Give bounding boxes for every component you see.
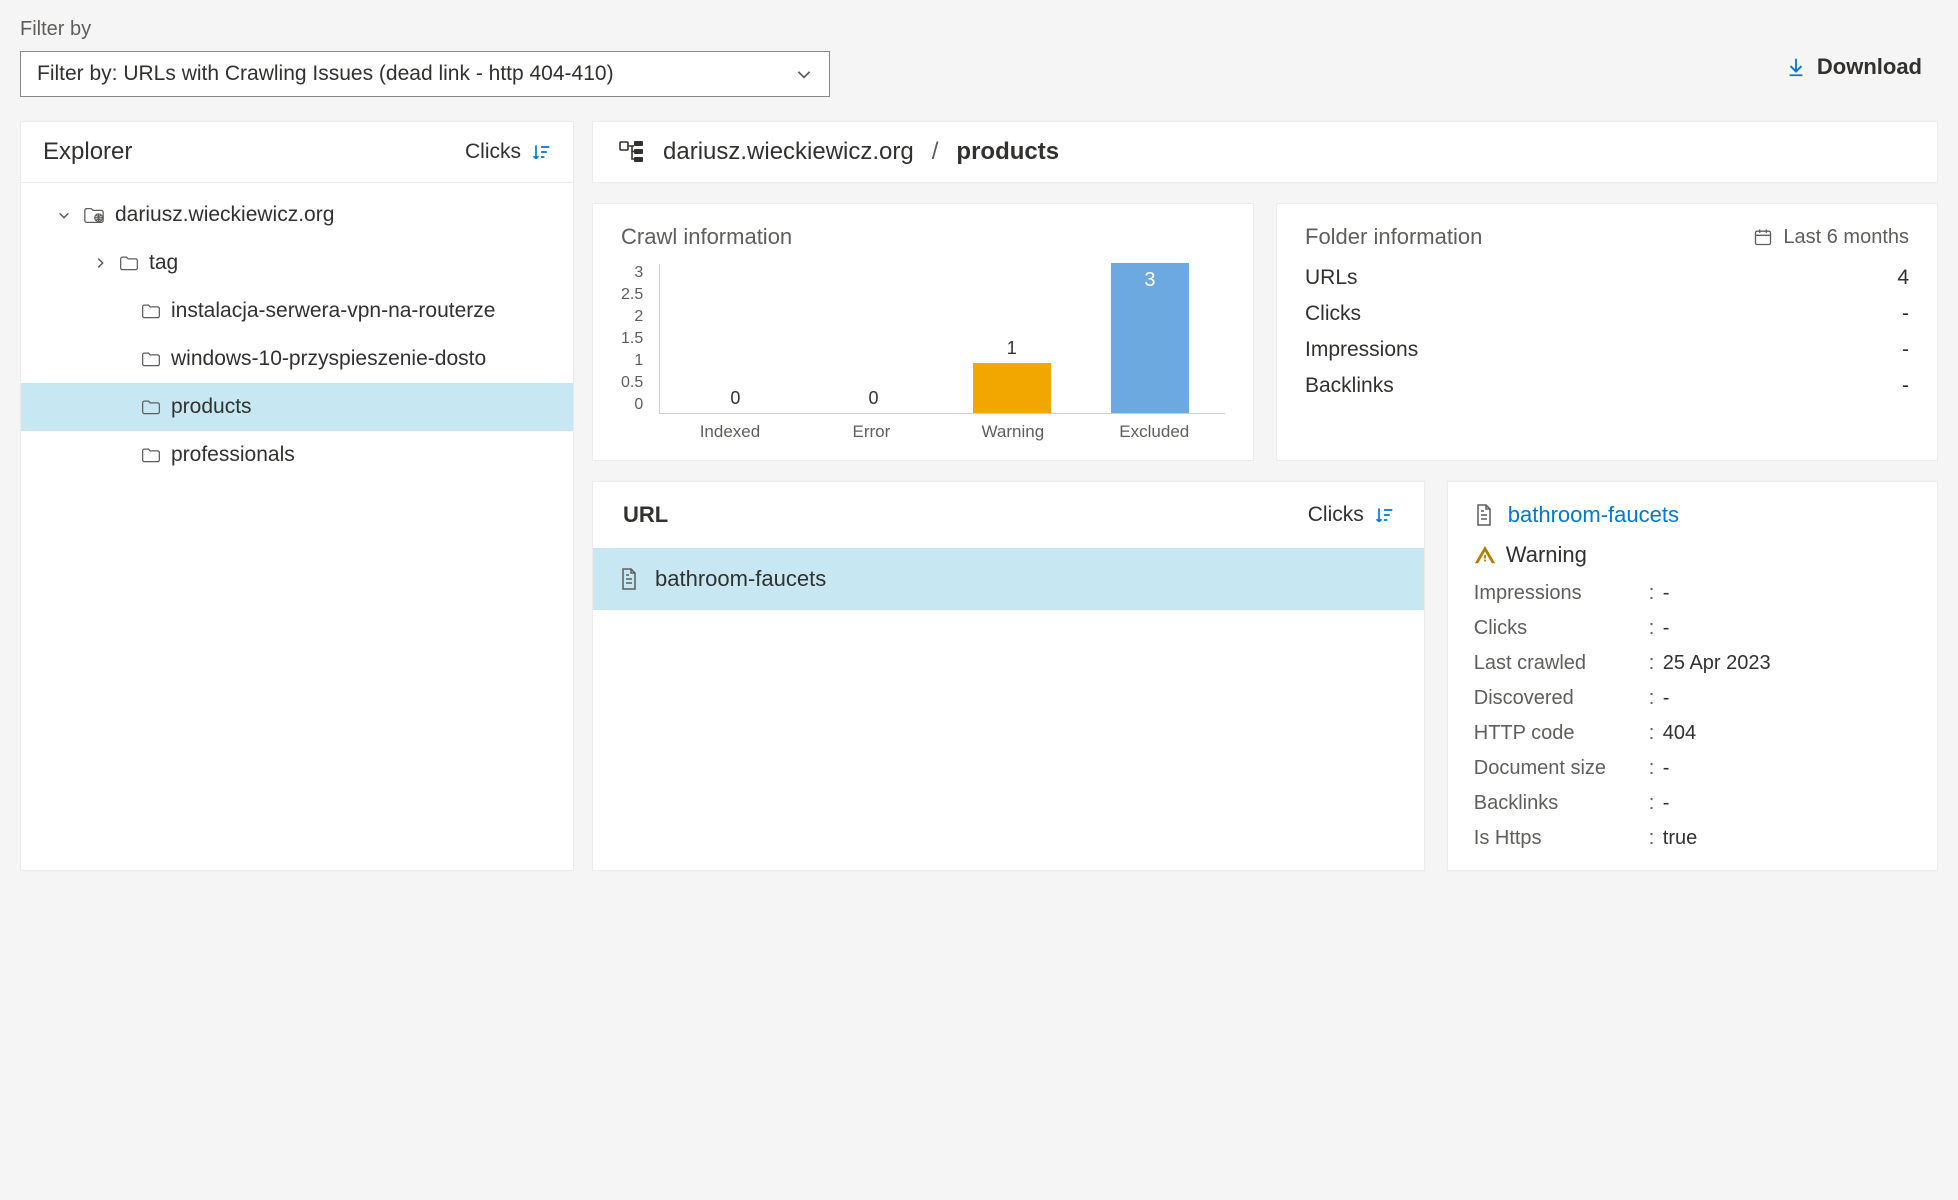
bar-indexed[interactable]: 0 [675,388,797,413]
explorer-panel: Explorer Clicks dariusz.wieckiewicz.org [20,121,574,871]
globe-folder-icon [83,205,105,225]
explorer-sort[interactable]: Clicks [465,140,551,164]
tree-item-windows[interactable]: windows-10-przyspieszenie-dosto [21,335,573,383]
calendar-icon [1753,227,1773,247]
filter-by-select[interactable]: Filter by: URLs with Crawling Issues (de… [20,51,830,97]
y-tick: 0.5 [621,374,643,392]
download-button[interactable]: Download [1785,54,1922,80]
y-tick: 1.5 [621,330,643,348]
tree-root-label: dariusz.wieckiewicz.org [115,203,334,227]
filter-by-selected-text: Filter by: URLs with Crawling Issues (de… [37,62,614,86]
folder-card-title: Folder information [1305,224,1482,250]
chart-y-axis: 3 2.5 2 1.5 1 0.5 0 [621,264,649,414]
tree-root[interactable]: dariusz.wieckiewicz.org [21,191,573,239]
tree-item-instalacja[interactable]: instalacja-serwera-vpn-na-routerze [21,287,573,335]
crawl-card-title: Crawl information [621,224,1225,250]
tree-item-label: instalacja-serwera-vpn-na-routerze [171,299,495,323]
folder-icon [141,302,161,320]
bar-warning[interactable]: 1 [951,338,1073,413]
bar-excluded[interactable]: 3 [1089,263,1211,413]
detail-last-crawled: Last crawled:25 Apr 2023 [1474,652,1911,675]
folder-period-label: Last 6 months [1783,226,1909,249]
breadcrumb-separator: / [932,138,939,166]
crawl-chart: 3 2.5 2 1.5 1 0.5 0 0 [621,264,1225,442]
url-sort-label: Clicks [1308,503,1364,527]
explorer-title: Explorer [43,138,132,166]
chevron-down-icon [57,208,73,222]
url-sort[interactable]: Clicks [1308,503,1394,527]
explorer-sort-label: Clicks [465,140,521,164]
url-status-label: Warning [1506,542,1587,568]
detail-document-size: Document size:- [1474,757,1911,780]
x-label: Warning [951,422,1075,442]
x-label: Indexed [668,422,792,442]
url-detail-link[interactable]: bathroom-faucets [1508,502,1679,528]
file-icon [619,567,639,591]
sitemap-icon [619,140,645,164]
detail-is-https: Is Https:true [1474,827,1911,850]
tree-item-label: tag [149,251,178,275]
bar-error[interactable]: 0 [813,388,935,413]
folder-icon [141,350,161,368]
url-detail-card: bathroom-faucets Warning Impressions:- C… [1447,481,1938,871]
download-label: Download [1817,54,1922,80]
file-icon [1474,503,1494,527]
sort-descending-icon [531,142,551,162]
warning-icon [1474,544,1496,566]
x-label: Error [809,422,933,442]
breadcrumb-current: products [956,138,1059,166]
bar-value-label: 0 [869,388,879,409]
url-column-header[interactable]: URL [623,502,668,528]
tree-item-label: professionals [171,443,295,467]
kv-backlinks: Backlinks- [1305,374,1909,398]
chart-x-axis: Indexed Error Warning Excluded [659,422,1225,442]
tree-item-professionals[interactable]: professionals [21,431,573,479]
folder-information-card: Folder information Last 6 months URLs4 C… [1276,203,1938,461]
url-list-panel: URL Clicks bathroom-faucets [592,481,1425,871]
bar-value-label: 1 [1007,338,1017,359]
url-row-name: bathroom-faucets [655,566,826,592]
breadcrumb: dariusz.wieckiewicz.org / products [592,121,1938,183]
folder-period[interactable]: Last 6 months [1753,226,1909,249]
breadcrumb-site[interactable]: dariusz.wieckiewicz.org [663,138,914,166]
detail-clicks: Clicks:- [1474,617,1911,640]
detail-impressions: Impressions:- [1474,582,1911,605]
tree-item-label: products [171,395,252,419]
y-tick: 2.5 [621,286,643,304]
folder-icon [141,446,161,464]
sort-descending-icon [1374,505,1394,525]
kv-urls: URLs4 [1305,266,1909,290]
folder-icon [119,254,139,272]
download-icon [1785,56,1807,78]
bar-value-label: 3 [1111,269,1189,292]
detail-http-code: HTTP code:404 [1474,722,1911,745]
tree-item-label: windows-10-przyspieszenie-dosto [171,347,486,371]
detail-backlinks: Backlinks:- [1474,792,1911,815]
bar-value-label: 0 [730,388,740,409]
y-tick: 0 [634,396,643,414]
tree-item-products[interactable]: products [21,383,573,431]
crawl-information-card: Crawl information 3 2.5 2 1.5 1 0.5 0 [592,203,1254,461]
y-tick: 3 [634,264,643,282]
chevron-right-icon [93,256,109,270]
x-label: Excluded [1092,422,1216,442]
kv-clicks: Clicks- [1305,302,1909,326]
url-row[interactable]: bathroom-faucets [593,548,1424,610]
detail-discovered: Discovered:- [1474,687,1911,710]
filter-by-label: Filter by [20,18,830,41]
tree-item-tag[interactable]: tag [21,239,573,287]
chevron-down-icon [795,65,813,83]
folder-icon [141,398,161,416]
y-tick: 1 [634,352,643,370]
y-tick: 2 [634,308,643,326]
kv-impressions: Impressions- [1305,338,1909,362]
